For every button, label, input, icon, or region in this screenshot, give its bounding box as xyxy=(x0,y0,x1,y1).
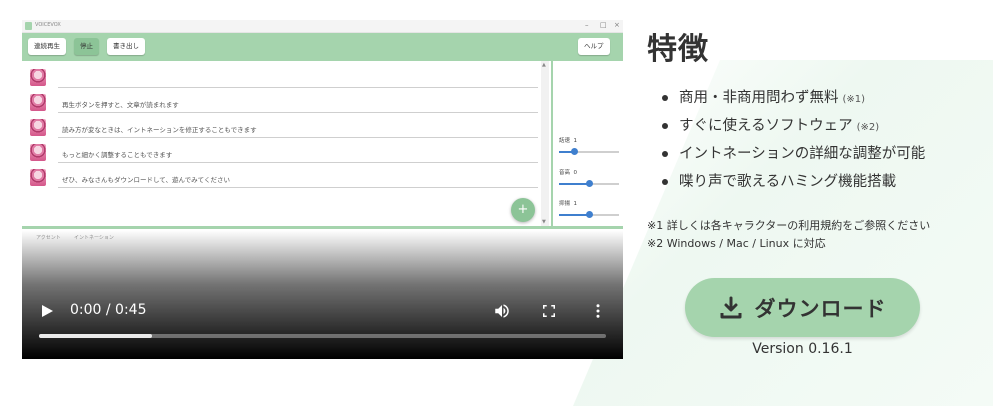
minimize-icon: – xyxy=(585,21,589,29)
line-underline xyxy=(58,162,538,163)
list-item: ぜひ、みなさんもダウンロードして、遊んでみてください xyxy=(28,168,538,190)
slider-knob xyxy=(571,148,578,155)
features-heading: 特徴 xyxy=(647,32,709,67)
close-icon: × xyxy=(614,21,620,29)
line-underline xyxy=(58,187,538,188)
app-title: VOICEVOX xyxy=(35,22,61,28)
feature-text: イントネーションの詳細な調整が可能 xyxy=(679,146,926,162)
bullet-icon xyxy=(662,123,668,129)
fullscreen-icon[interactable] xyxy=(540,302,558,320)
line-text: もっと細かく調整することもできます xyxy=(62,151,173,159)
footnotes: ※1 詳しくは各キャラクターの利用規約をご参照ください ※2 Windows /… xyxy=(647,217,930,253)
features-list: 商用・非商用問わず無料 (※1) すぐに使えるソフトウェア (※2) イントネーショ… xyxy=(662,88,925,200)
list-item: 読み方が変なときは、イントネーションを修正することもできます xyxy=(28,118,538,140)
line-text: 読み方が変なときは、イントネーションを修正することもできます xyxy=(62,126,257,134)
play-icon[interactable] xyxy=(40,303,54,319)
character-avatar xyxy=(30,119,46,136)
slider-knob xyxy=(586,211,593,218)
param-slider-pitch xyxy=(559,180,619,187)
bullet-icon xyxy=(662,95,668,101)
add-line-button: + xyxy=(511,198,535,222)
param-label-pitch: 音高 0 xyxy=(559,170,578,176)
footnote-ref: (※1) xyxy=(842,94,866,105)
feature-text: 商用・非商用問わず無料 xyxy=(679,90,839,106)
list-item: 喋り声で歌えるハミング機能搭載 xyxy=(662,172,925,200)
download-icon xyxy=(720,296,741,318)
param-label-speed: 話速 1 xyxy=(559,138,578,144)
video-progress-buffered xyxy=(39,334,153,338)
line-underline xyxy=(58,87,538,88)
continuous-play-button: 連続再生 xyxy=(28,38,66,55)
version-text: Version 0.16.1 xyxy=(752,341,853,357)
download-button[interactable]: ダウンロード xyxy=(685,278,920,337)
time-display: 0:00 / 0:45 xyxy=(70,302,147,318)
feature-text: 喋り声で歌えるハミング機能搭載 xyxy=(679,174,897,190)
video-controls: 0:00 / 0:45 xyxy=(22,293,623,359)
footnote-ref: (※2) xyxy=(856,122,880,133)
maximize-icon: □ xyxy=(600,21,607,29)
video-player[interactable]: VOICEVOX – □ × 連続再生 停止 書き出し ヘルプ 再生ボタンを押す… xyxy=(22,20,623,359)
list-item: イントネーションの詳細な調整が可能 xyxy=(662,144,925,172)
line-underline xyxy=(58,137,538,138)
stop-button: 停止 xyxy=(74,38,99,55)
bullet-icon xyxy=(662,151,668,157)
app-titlebar: VOICEVOX – □ × xyxy=(22,20,623,33)
bullet-icon xyxy=(662,179,668,185)
list-item: 再生ボタンを押すと、文章が読まれます xyxy=(28,93,538,115)
app-toolbar: 連続再生 停止 書き出し ヘルプ xyxy=(22,33,623,61)
audio-line-list: 再生ボタンを押すと、文章が読まれます 読み方が変なときは、イントネーションを修正… xyxy=(22,61,570,226)
param-label-intonation: 抑揚 1 xyxy=(559,201,578,207)
line-text: ぜひ、みなさんもダウンロードして、遊んでみてください xyxy=(62,176,230,184)
character-avatar xyxy=(30,169,46,186)
app-bottom-tabs: アクセント イントネーション xyxy=(22,226,623,248)
tab-accent: アクセント xyxy=(36,235,61,241)
help-button: ヘルプ xyxy=(578,38,610,55)
download-label: ダウンロード xyxy=(754,296,887,321)
line-text: 再生ボタンを押すと、文章が読まれます xyxy=(62,101,179,109)
more-vert-icon[interactable] xyxy=(589,302,607,320)
param-slider-speed xyxy=(559,148,619,155)
video-progress-bar[interactable] xyxy=(39,334,606,338)
tab-intonation: イントネーション xyxy=(74,235,114,241)
list-item: 商用・非商用問わず無料 (※1) xyxy=(662,88,925,116)
app-scrollbar: ▲ ▼ xyxy=(541,61,549,226)
param-slider-intonation xyxy=(559,211,619,218)
parameter-panel: 話速 1 音高 0 抑揚 1 xyxy=(551,61,623,226)
scroll-down-icon: ▼ xyxy=(542,219,546,225)
list-item: すぐに使えるソフトウェア (※2) xyxy=(662,116,925,144)
character-avatar xyxy=(30,94,46,111)
slider-knob xyxy=(586,180,593,187)
list-item xyxy=(28,68,538,90)
list-item: もっと細かく調整することもできます xyxy=(28,143,538,165)
footnote: ※1 詳しくは各キャラクターの利用規約をご参照ください xyxy=(647,219,931,232)
volume-icon[interactable] xyxy=(493,302,511,320)
feature-text: すぐに使えるソフトウェア xyxy=(679,118,853,134)
export-button: 書き出し xyxy=(107,38,145,55)
line-underline xyxy=(58,112,538,113)
scroll-up-icon: ▲ xyxy=(542,62,546,68)
footnote: ※2 Windows / Mac / Linux に対応 xyxy=(647,237,826,250)
app-logo-icon xyxy=(25,22,32,30)
character-avatar xyxy=(30,69,46,86)
character-avatar xyxy=(30,144,46,161)
